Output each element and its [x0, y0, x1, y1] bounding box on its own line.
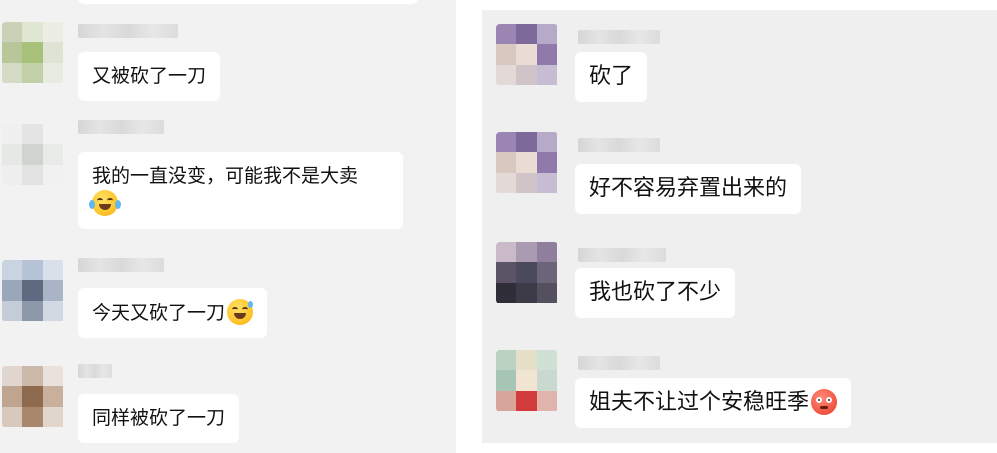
avatar[interactable] — [2, 124, 64, 186]
message-bubble: 同样被砍了一刀 — [78, 394, 240, 443]
message-bubble-partial — [78, 0, 418, 4]
message-text: 我也砍了不少 — [589, 280, 722, 305]
message-text: 今天又砍了一刀 — [92, 302, 226, 324]
message-bubble: 砍了 — [575, 52, 648, 102]
message-text: 砍了 — [589, 64, 634, 89]
message-bubble: 今天又砍了一刀 — [78, 288, 268, 338]
sender-name — [578, 138, 660, 152]
sender-name — [78, 24, 178, 38]
message-text: 又被砍了一刀 — [92, 65, 207, 87]
message-text: 我的一直没变，可能我不是大卖 — [92, 165, 359, 187]
avatar[interactable] — [496, 132, 558, 194]
avatar[interactable] — [496, 242, 558, 304]
sender-name — [78, 258, 164, 272]
sender-name — [578, 248, 666, 262]
message-bubble: 我也砍了不少 — [575, 268, 736, 318]
flushed-face-icon — [811, 389, 838, 415]
avatar[interactable] — [2, 22, 64, 84]
sender-name — [578, 356, 660, 370]
message-bubble: 又被砍了一刀 — [78, 52, 221, 101]
avatar[interactable] — [496, 350, 558, 412]
avatar[interactable] — [2, 366, 64, 428]
sender-name — [78, 120, 164, 134]
message-bubble: 姐夫不让过个安稳旺季 — [575, 378, 852, 428]
message-text: 姐夫不让过个安稳旺季 — [589, 390, 810, 415]
message-text: 好不容易弃置出来的 — [589, 176, 788, 201]
chat-panel-left: 又被砍了一刀 我的一直没变，可能我不是大卖 今天又砍了一刀 同样被砍了一刀 — [0, 0, 456, 453]
grinning-face-with-sweat-icon — [227, 299, 254, 325]
chat-panel-right: 砍了 好不容易弃置出来的 我也砍了不少 姐夫不让过个安稳旺季 — [482, 10, 997, 443]
sender-name — [78, 364, 112, 378]
avatar[interactable] — [496, 24, 558, 86]
message-text: 同样被砍了一刀 — [92, 407, 226, 429]
avatar[interactable] — [2, 260, 64, 322]
message-bubble: 我的一直没变，可能我不是大卖 — [78, 152, 403, 229]
sender-name — [578, 30, 660, 44]
message-bubble: 好不容易弃置出来的 — [575, 164, 802, 214]
face-with-tears-of-joy-icon — [89, 190, 121, 216]
